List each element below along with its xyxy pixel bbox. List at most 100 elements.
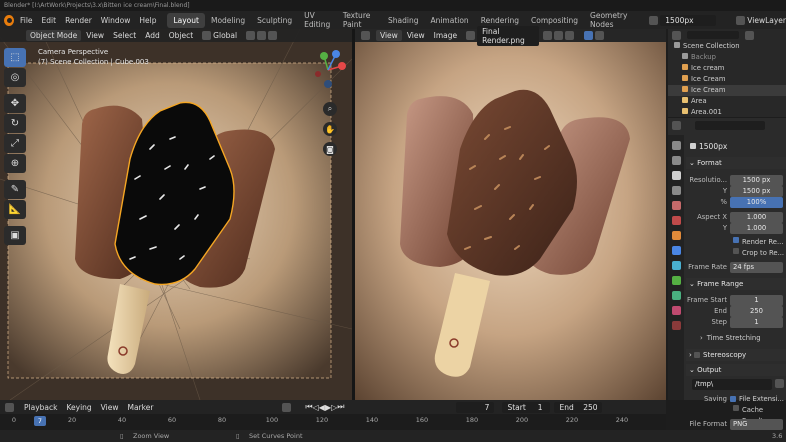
- start-frame-field[interactable]: Start 1: [502, 401, 551, 413]
- snap-icon[interactable]: [257, 31, 267, 40]
- outliner-row[interactable]: Ice cream: [668, 63, 786, 74]
- particles-tab-icon[interactable]: [671, 261, 681, 270]
- material-tab-icon[interactable]: [671, 306, 681, 315]
- tool-tab-icon[interactable]: [671, 141, 681, 150]
- frame-end-field[interactable]: 250: [730, 306, 783, 317]
- render-region-checkbox[interactable]: Render Re...: [686, 237, 786, 248]
- record-icon[interactable]: [282, 402, 292, 412]
- view-layer-name[interactable]: ViewLayer: [747, 16, 786, 25]
- tab-animation[interactable]: Animation: [424, 13, 474, 28]
- object-tab-icon[interactable]: [671, 231, 681, 240]
- image-browse-icon[interactable]: [466, 31, 476, 40]
- tab-shading[interactable]: Shading: [382, 13, 424, 28]
- scale-icon[interactable]: ⤢: [4, 134, 26, 153]
- display-channels-icon[interactable]: [554, 31, 564, 40]
- rotate-icon[interactable]: ↻: [4, 114, 26, 133]
- image-menu-view[interactable]: View: [407, 31, 425, 40]
- transform-icon[interactable]: ⊕: [4, 154, 26, 173]
- world-tab-icon[interactable]: [671, 216, 681, 225]
- timeline-editor-icon[interactable]: [5, 402, 14, 412]
- outliner-display-icon[interactable]: [672, 30, 681, 40]
- resolution-y-field[interactable]: 1500 px: [730, 186, 783, 197]
- file-extension-checkbox[interactable]: File Extensi...: [730, 394, 784, 405]
- axis-gizmo[interactable]: [310, 44, 350, 94]
- move-icon[interactable]: ✥: [4, 94, 26, 113]
- tab-modeling[interactable]: Modeling: [205, 13, 251, 28]
- menu-render[interactable]: Render: [65, 16, 92, 25]
- object-mode-dropdown[interactable]: Object Mode: [26, 30, 82, 41]
- outliner-row[interactable]: Backup: [668, 52, 786, 63]
- render-tab-icon[interactable]: [671, 156, 681, 165]
- 3d-viewport[interactable]: [0, 29, 352, 400]
- end-frame-field[interactable]: End 250: [554, 401, 603, 413]
- crop-checkbox[interactable]: Crop to Re...: [686, 248, 786, 259]
- pivot-icon[interactable]: [246, 31, 256, 40]
- frame-step-field[interactable]: 1: [730, 317, 783, 328]
- add-cube-icon[interactable]: ▣: [4, 226, 26, 245]
- camera-icon[interactable]: ◙: [323, 142, 337, 156]
- annotate-icon[interactable]: ✎: [4, 180, 26, 199]
- overlay-icon[interactable]: [595, 31, 605, 40]
- frame-start-field[interactable]: 1: [730, 295, 783, 306]
- outliner-search[interactable]: [687, 31, 739, 39]
- playhead[interactable]: 7: [34, 416, 46, 426]
- select-box-icon[interactable]: ⬚: [4, 48, 26, 67]
- stereoscopy-panel[interactable]: › Stereoscopy: [686, 349, 786, 361]
- timeline-menu-view[interactable]: View: [101, 403, 119, 412]
- tab-sculpting[interactable]: Sculpting: [251, 13, 298, 28]
- time-stretching-subpanel[interactable]: › Time Stretching: [686, 333, 786, 344]
- outliner-row-scene-collection[interactable]: Scene Collection: [668, 41, 786, 52]
- scene-name-field[interactable]: 1500px: [660, 14, 717, 26]
- pan-hand-icon[interactable]: ✋: [323, 122, 337, 136]
- view-layer-selector[interactable]: ViewLayer: [736, 15, 786, 25]
- file-format-dropdown[interactable]: PNG: [730, 419, 783, 430]
- gizmo-toggle-icon[interactable]: [584, 31, 594, 40]
- view-layer-tab-icon[interactable]: [671, 186, 681, 195]
- tab-layout[interactable]: Layout: [167, 12, 205, 28]
- scene-tab-icon[interactable]: [671, 201, 681, 210]
- outliner-row[interactable]: Area.001: [668, 107, 786, 118]
- properties-type-icon[interactable]: [672, 120, 681, 130]
- resolution-x-field[interactable]: 1500 px: [730, 175, 783, 186]
- blender-logo-icon[interactable]: [4, 14, 14, 26]
- viewport-menu-select[interactable]: Select: [113, 31, 136, 40]
- pin-icon[interactable]: [565, 31, 575, 40]
- timeline-menu-marker[interactable]: Marker: [127, 403, 153, 412]
- view-dropdown[interactable]: View: [376, 30, 402, 41]
- current-frame-field[interactable]: 7: [456, 401, 495, 413]
- measure-icon[interactable]: 📐: [4, 200, 26, 219]
- modifier-tab-icon[interactable]: [671, 246, 681, 255]
- menu-help[interactable]: Help: [139, 16, 156, 25]
- frame-rate-dropdown[interactable]: 24 fps: [730, 262, 783, 273]
- format-panel-header[interactable]: ⌄ Format: [686, 157, 786, 169]
- jump-end-icon[interactable]: ⏭: [337, 402, 344, 412]
- proportional-edit-icon[interactable]: [268, 31, 278, 40]
- viewport-menu-add[interactable]: Add: [145, 31, 160, 40]
- zoom-icon[interactable]: ⌕: [323, 102, 337, 116]
- timeline-ruler[interactable]: 0 20 40 60 80 100 120 140 160 180 200 22…: [0, 414, 666, 427]
- image-editor[interactable]: [355, 29, 666, 400]
- outliner-row[interactable]: Ice Cream: [668, 74, 786, 85]
- folder-icon[interactable]: [775, 379, 784, 388]
- scene-selector[interactable]: 1500px: [649, 14, 717, 26]
- frame-range-panel-header[interactable]: ⌄ Frame Range: [686, 278, 786, 290]
- output-panel-header[interactable]: ⌄ Output: [686, 364, 786, 376]
- menu-edit[interactable]: Edit: [42, 16, 57, 25]
- outliner-row[interactable]: Area: [668, 96, 786, 107]
- orientation-dropdown[interactable]: Global: [213, 31, 237, 40]
- properties-search[interactable]: [695, 120, 765, 130]
- image-name-field[interactable]: Final Render.png: [477, 25, 540, 46]
- menu-file[interactable]: File: [20, 16, 33, 25]
- timeline-menu-keying[interactable]: Keying: [66, 403, 91, 412]
- data-tab-icon[interactable]: [671, 291, 681, 300]
- constraint-tab-icon[interactable]: [671, 276, 681, 285]
- output-tab-icon[interactable]: [671, 171, 681, 180]
- output-path-field[interactable]: /tmp\: [692, 379, 772, 390]
- texture-tab-icon[interactable]: [671, 321, 681, 330]
- cursor-icon[interactable]: ◎: [4, 68, 26, 87]
- outliner-row[interactable]: Ice Cream: [668, 85, 786, 96]
- aspect-x-field[interactable]: 1.000: [730, 212, 783, 223]
- resolution-percent-field[interactable]: 100%: [730, 197, 783, 208]
- editor-type-icon[interactable]: [361, 31, 370, 40]
- viewport-menu-object[interactable]: Object: [169, 31, 193, 40]
